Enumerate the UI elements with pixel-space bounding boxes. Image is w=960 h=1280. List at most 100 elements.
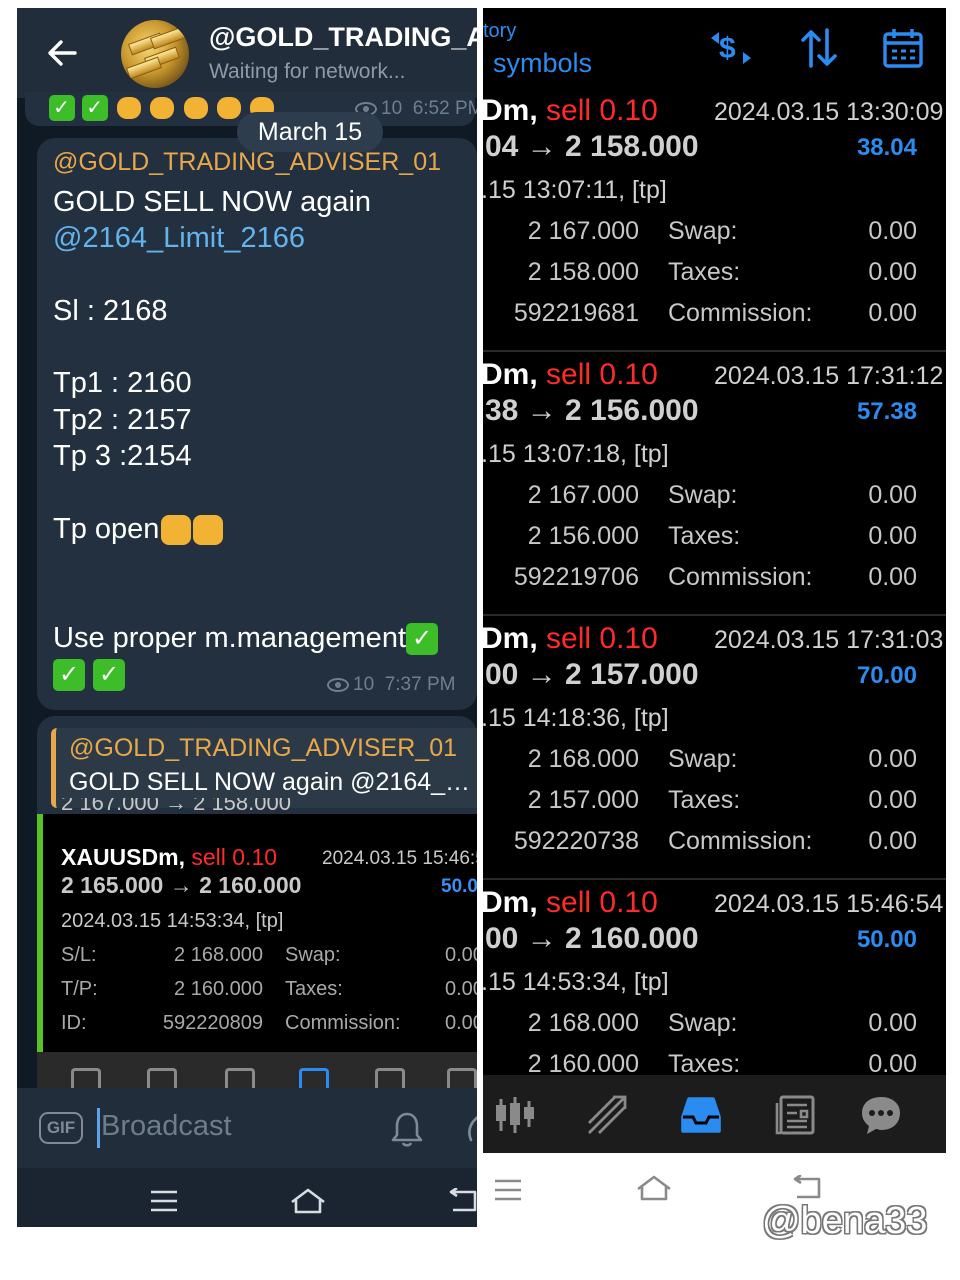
trade-chart-icon[interactable] xyxy=(585,1093,629,1137)
back-arrow-icon[interactable] xyxy=(45,36,79,70)
deal-prices: 04 → 2 158.000 xyxy=(485,130,699,163)
deal-prices: 00 → 2 157.000 xyxy=(485,658,699,691)
chat-icon xyxy=(447,1068,477,1088)
screenshot-id-value: 592220809 xyxy=(162,1012,263,1034)
take-profit-2-line: Tp2 : 2157 xyxy=(53,403,192,436)
deal-close-time: 2024.03.15 17:31:12 xyxy=(714,362,944,390)
channel-avatar[interactable] xyxy=(121,20,189,88)
deal-open-time: .15 14:53:34, [tp] xyxy=(483,968,669,996)
attach-icon[interactable] xyxy=(465,1110,477,1148)
date-separator: March 15 xyxy=(237,112,383,152)
deal-open-time: .15 14:18:36, [tp] xyxy=(483,704,669,732)
bell-icon[interactable] xyxy=(389,1110,425,1148)
deal-profit: 70.00 xyxy=(856,662,917,689)
deal-card[interactable]: Dm, sell 0.10 2024.03.15 13:30:09 04 → 2 1… xyxy=(483,88,946,352)
deal-swap-value: 0.00 xyxy=(868,217,917,245)
deal-taxes-label: Taxes: xyxy=(668,522,741,550)
view-count: 10 xyxy=(381,98,403,119)
message-link[interactable]: @2164_Limit_2166 xyxy=(53,220,473,256)
menu-icon[interactable] xyxy=(493,1177,523,1203)
check-mark-icon: ✓ xyxy=(82,95,109,122)
deal-commission-label: Commission: xyxy=(668,563,813,591)
history-inbox-icon[interactable] xyxy=(679,1093,723,1137)
message-sender[interactable]: @GOLD_TRADING_ADVISER_01 xyxy=(53,148,441,177)
svg-text:$: $ xyxy=(719,32,736,65)
pray-emoji-icon xyxy=(150,97,175,120)
screenshot-commission-label: Commission: xyxy=(285,1012,401,1034)
home-icon[interactable] xyxy=(634,1173,674,1203)
deal-commission-value: 0.00 xyxy=(868,299,917,327)
deal-taxes-value: 0.00 xyxy=(868,786,917,814)
deal-swap-value: 0.00 xyxy=(868,745,917,773)
screenshot-commission-value: 0.00 xyxy=(445,1012,477,1034)
screenshot-tp-value: 2 160.000 xyxy=(174,978,263,1000)
reply-quote-sender: @GOLD_TRADING_ADVISER_01 xyxy=(69,734,458,762)
view-count: 10 xyxy=(353,674,375,695)
trade-side: sell 0.10 xyxy=(546,886,658,919)
trade-icon xyxy=(71,1068,101,1088)
deal-sl-value: 2 168.000 xyxy=(527,1009,639,1037)
deal-card[interactable]: Dm, sell 0.10 2024.03.15 17:31:12 38 → 2 1… xyxy=(483,352,946,616)
deal-commission-value: 0.00 xyxy=(868,827,917,855)
symbols-filter[interactable]: symbols xyxy=(493,48,592,79)
back-nav-icon[interactable] xyxy=(447,1188,477,1216)
muscle-emoji-icon xyxy=(216,97,241,120)
screenshot-swap-value: 0.00 xyxy=(445,944,477,966)
symbol-name: Dm, xyxy=(483,358,538,391)
deal-sl-value: 2 167.000 xyxy=(527,481,639,509)
deal-swap-label: Swap: xyxy=(668,745,738,773)
channel-title[interactable]: @GOLD_TRADING_ADVISER_01 xyxy=(209,22,477,53)
mt5-history-panel: tory symbols $ Dm, sell 0.10 2024.03.15 1… xyxy=(483,8,946,1153)
history-icon xyxy=(299,1068,329,1088)
connection-status: Waiting for network... xyxy=(209,60,406,83)
system-navigation-bar xyxy=(17,1168,477,1227)
stop-loss-line: Sl : 2168 xyxy=(53,294,168,327)
deal-open-time: .15 13:07:11, [tp] xyxy=(483,176,667,204)
deal-id-value: 592219681 xyxy=(513,299,639,327)
screenshot-cut-row: 2 167.000 → 2 158.000 xyxy=(61,798,291,815)
deal-profit: 38.04 xyxy=(856,134,917,161)
check-mark-icon: ✓ xyxy=(49,95,75,122)
currency-filter-icon[interactable]: $ xyxy=(709,26,753,70)
screenshot-prices: 2 165.000 → 2 160.000 xyxy=(61,872,302,898)
deal-sl-value: 2 168.000 xyxy=(527,745,639,773)
screenshot-open-time: 2024.03.15 14:53:34, [tp] xyxy=(61,910,284,932)
text-caret xyxy=(97,1108,100,1148)
muscle-emoji-icon xyxy=(183,97,208,120)
history-header: tory symbols $ xyxy=(483,8,946,88)
trade-side: sell 0.10 xyxy=(191,844,278,870)
broadcast-input[interactable]: Broadcast xyxy=(101,1110,232,1143)
message-time: 6:52 PM xyxy=(412,98,477,119)
thumbs-up-emoji-icon xyxy=(161,515,192,546)
deal-taxes-label: Taxes: xyxy=(668,786,741,814)
thumbs-up-emoji-icon xyxy=(193,515,224,546)
screenshot-close-time: 2024.03.15 15:46:54 xyxy=(322,848,477,869)
deal-commission-label: Commission: xyxy=(668,827,813,855)
messages-icon[interactable] xyxy=(859,1093,903,1137)
screenshot-taxes-value: 0.00 xyxy=(445,978,477,1000)
trade-side: sell 0.10 xyxy=(546,94,658,127)
home-icon[interactable] xyxy=(288,1186,328,1216)
deal-swap-label: Swap: xyxy=(668,481,738,509)
menu-icon[interactable] xyxy=(149,1188,179,1214)
deal-id-value: 592219706 xyxy=(513,563,639,591)
news-icon[interactable] xyxy=(773,1093,817,1137)
candles-icon xyxy=(147,1068,177,1088)
deal-close-time: 2024.03.15 15:46:54 xyxy=(714,890,944,918)
symbol-name: Dm, xyxy=(483,622,538,655)
tp-open-line: Tp open xyxy=(53,512,160,545)
message-text: GOLD SELL NOW again @2164_Limit_2166 Sl … xyxy=(53,184,473,692)
quotes-icon[interactable] xyxy=(493,1093,537,1137)
deal-taxes-value: 0.00 xyxy=(868,522,917,550)
sort-icon[interactable] xyxy=(797,26,841,70)
deal-card[interactable]: Dm, sell 0.10 2024.03.15 17:31:03 00 → 2 1… xyxy=(483,616,946,880)
deal-open-time: .15 13:07:18, [tp] xyxy=(483,440,669,468)
calendar-icon[interactable] xyxy=(881,26,925,70)
chat-header: @GOLD_TRADING_ADVISER_01 Waiting for net… xyxy=(17,8,477,98)
screenshot-profit: 50.00 xyxy=(441,876,477,897)
pray-emoji-icon xyxy=(117,97,142,120)
screenshot-symbol: XAUUSDm, sell 0.10 xyxy=(61,844,277,871)
gif-button[interactable]: GIF xyxy=(39,1112,83,1144)
back-nav-icon[interactable] xyxy=(791,1175,821,1203)
check-mark-icon: ✓ xyxy=(53,659,85,692)
